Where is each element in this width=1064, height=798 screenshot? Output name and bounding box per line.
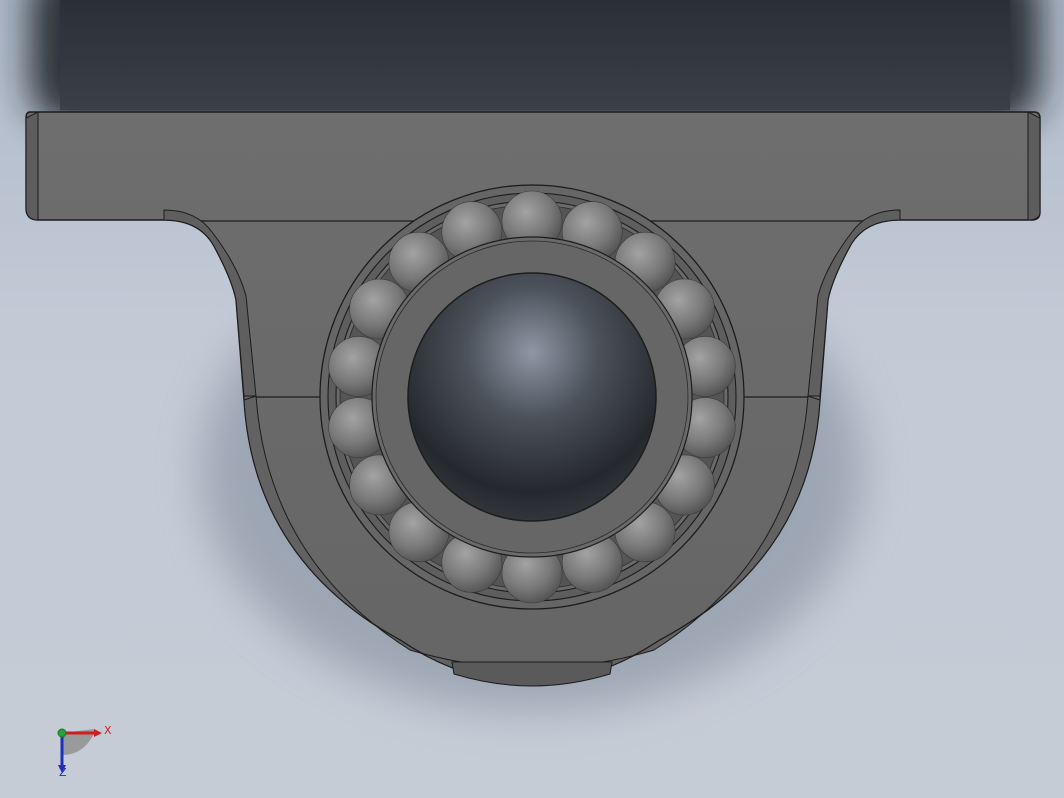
top-shadow — [30, 0, 1040, 125]
cad-viewport[interactable]: X Z — [0, 0, 1064, 798]
base-left-face — [25, 111, 39, 221]
coordinate-triad[interactable]: X Z — [57, 724, 112, 779]
base-right-face — [1027, 111, 1041, 221]
triad-z-label: Z — [59, 766, 67, 779]
triad-x-label: X — [104, 724, 112, 737]
pillow-block-housing[interactable] — [25, 111, 1041, 687]
shaft-bore — [407, 272, 657, 522]
triad-y-axis — [57, 728, 67, 738]
triad-x-arrow — [94, 729, 102, 737]
